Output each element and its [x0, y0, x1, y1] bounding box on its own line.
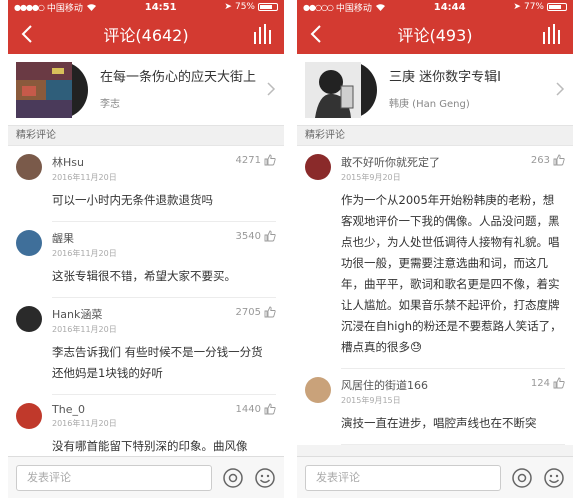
clock: 14:44 [433, 1, 466, 13]
like-count: 124 [530, 377, 550, 389]
album-cover [16, 61, 88, 118]
carrier-label: 中国移动 [46, 3, 83, 14]
comment-username[interactable]: Hank涵菜 [52, 306, 117, 322]
like-count: 1440 [235, 403, 261, 415]
list-item[interactable]: 林Hsu 2016年11月20日 4271 可以一小时内无条件退款退货吗 [8, 146, 284, 222]
album-cover [305, 61, 377, 118]
wifi-icon [86, 3, 96, 11]
comment-text: 没有哪首能留下特别深的印象。曲风像 [52, 439, 248, 453]
comment-input-bar: 发表评论 [8, 456, 284, 498]
section-header: 精彩评论 [8, 126, 284, 146]
battery-icon [257, 3, 278, 11]
avatar[interactable] [16, 403, 42, 429]
avatar[interactable] [16, 154, 42, 180]
nav-header: 评论(493) [297, 14, 573, 54]
like-button[interactable]: 263 [531, 154, 565, 166]
album-artist: 韩庚 (Han Geng) [389, 99, 470, 110]
clock: 14:51 [144, 1, 177, 13]
album-title: 三庚 迷你数字专辑I [389, 70, 501, 85]
album-card[interactable]: 三庚 迷你数字专辑I 韩庚 (Han Geng) [297, 54, 573, 126]
avatar[interactable] [16, 306, 42, 332]
status-bar: ●●●●○ 中国移动 14:51 ➤ 75% [8, 0, 284, 14]
like-count: 3540 [235, 230, 261, 242]
signal-icon: ●●●●○ [14, 2, 45, 12]
at-mention-icon[interactable] [511, 467, 533, 489]
like-button[interactable]: 2705 [236, 306, 276, 318]
page-title: 评论(493) [397, 26, 473, 45]
avatar[interactable] [16, 230, 42, 256]
comment-date: 2015年9月15日 [341, 396, 401, 405]
location-icon: ➤ [224, 2, 232, 12]
thumbs-up-icon [264, 403, 276, 415]
chevron-right-icon [267, 82, 276, 96]
left-screen: ●●●●○ 中国移动 14:51 ➤ 75% 评论(4642) 在每一条伤心的应… [8, 0, 284, 498]
battery-percent: 75% [234, 2, 255, 12]
wifi-icon [375, 3, 385, 11]
equalizer-icon[interactable] [541, 24, 563, 44]
album-art [16, 61, 72, 118]
comment-list: 敢不好听你就死定了 2015年9月20日 263 作为一个从2005年开始粉韩庚的老粉… [297, 146, 573, 445]
page-title: 评论(4642) [103, 26, 189, 45]
emoji-icon[interactable] [254, 467, 276, 489]
list-item[interactable]: 敢不好听你就死定了 2015年9月20日 263 作为一个从2005年开始粉韩庚的老粉… [297, 146, 573, 369]
thumbs-up-icon [264, 306, 276, 318]
comment-username[interactable]: 龌果 [52, 230, 117, 246]
comment-text: 演技一直在进步，唱腔声线也在不断突 [341, 416, 537, 430]
thumbs-up-icon [264, 154, 276, 166]
comment-date: 2015年9月20日 [341, 173, 401, 182]
avatar[interactable] [305, 377, 331, 403]
list-item[interactable]: Hank涵菜 2016年11月20日 2705 李志告诉我们 有些时候不是一分钱一分货… [8, 298, 284, 395]
thumbs-up-icon [553, 154, 565, 166]
comment-input[interactable]: 发表评论 [16, 464, 212, 491]
comment-date: 2016年11月20日 [52, 173, 117, 182]
comment-username[interactable]: 风居住的街道166 [341, 377, 428, 393]
comment-username[interactable]: The_0 [52, 403, 117, 416]
battery-percent: 77% [523, 2, 544, 12]
section-header: 精彩评论 [297, 126, 573, 146]
signal-icon: ●●○○○ [303, 2, 334, 12]
list-item[interactable]: 龌果 2016年11月20日 3540 这张专辑很不错，希望大家不要买。 [8, 222, 284, 298]
nav-header: 评论(4642) [8, 14, 284, 54]
thumbs-up-icon [553, 377, 565, 389]
like-button[interactable]: 124 [531, 377, 565, 389]
like-button[interactable]: 4271 [236, 154, 276, 166]
thumbs-up-icon [264, 230, 276, 242]
back-arrow-icon[interactable] [18, 24, 38, 44]
right-screen: ●●○○○ 中国移动 14:44 ➤ 77% 评论(493) 三庚 迷你数字专辑… [297, 0, 573, 498]
comment-list: 林Hsu 2016年11月20日 4271 可以一小时内无条件退款退货吗 龌果 2016年… [8, 146, 284, 468]
comment-date: 2016年11月20日 [52, 249, 117, 258]
comment-text: 李志告诉我们 有些时候不是一分钱一分货 还他妈是1块钱的好听 [52, 345, 263, 380]
at-mention-icon[interactable] [222, 467, 244, 489]
album-art [305, 61, 361, 118]
album-title: 在每一条伤心的应天大街上 [100, 70, 257, 85]
comment-username[interactable]: 林Hsu [52, 154, 117, 170]
like-button[interactable]: 3540 [236, 230, 276, 242]
like-button[interactable]: 1440 [236, 403, 276, 415]
comment-date: 2016年11月20日 [52, 419, 117, 428]
comment-text: 可以一小时内无条件退款退货吗 [52, 193, 213, 207]
avatar[interactable] [305, 154, 331, 180]
album-card[interactable]: 在每一条伤心的应天大街上 李志 [8, 54, 284, 126]
carrier-label: 中国移动 [335, 3, 372, 14]
location-icon: ➤ [513, 2, 521, 12]
battery-icon [546, 3, 567, 11]
equalizer-icon[interactable] [252, 24, 274, 44]
comment-input-bar: 发表评论 [297, 456, 573, 498]
chevron-right-icon [556, 82, 565, 96]
list-item[interactable]: 风居住的街道166 2015年9月15日 124 演技一直在进步，唱腔声线也在不断突 [297, 369, 573, 445]
emoji-icon[interactable] [543, 467, 565, 489]
comment-text: 这张专辑很不错，希望大家不要买。 [52, 269, 236, 283]
comment-text: 作为一个从2005年开始粉韩庚的老粉，想客观地评价一下我的偶像。人品没问题，黑点… [341, 193, 562, 354]
like-count: 2705 [235, 306, 261, 318]
like-count: 4271 [235, 154, 261, 166]
back-arrow-icon[interactable] [307, 24, 327, 44]
like-count: 263 [530, 154, 550, 166]
album-artist: 李志 [100, 99, 120, 110]
comment-input[interactable]: 发表评论 [305, 464, 501, 491]
comment-date: 2016年11月20日 [52, 325, 117, 334]
comment-username[interactable]: 敢不好听你就死定了 [341, 154, 440, 170]
status-bar: ●●○○○ 中国移动 14:44 ➤ 77% [297, 0, 573, 14]
